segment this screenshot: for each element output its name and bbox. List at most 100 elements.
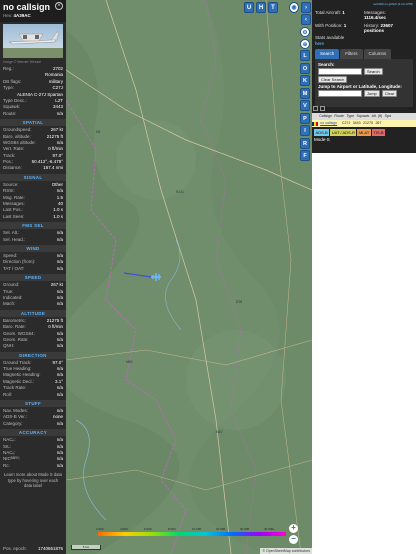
info-sections: SPATIAL Groundspeed: 267 kt Baro. altitude:… xyxy=(0,119,66,469)
globe-icon[interactable]: ◉ xyxy=(289,2,299,13)
table-cell: 21275 xyxy=(363,121,374,125)
search-button[interactable]: Search xyxy=(364,68,383,75)
field-label: Last Seen: xyxy=(3,213,25,219)
field-row: Category: n/a xyxy=(0,421,66,427)
right-panel-empty-area xyxy=(312,153,416,554)
legend-tick-label: 8 000 xyxy=(168,527,176,531)
legend-tick-label: 2 000 xyxy=(96,527,104,531)
map-button-t[interactable]: T xyxy=(268,2,278,13)
close-icon[interactable]: × xyxy=(55,2,63,10)
legend-tick-label: 10 000 xyxy=(192,527,202,531)
legend-tick-label: 20 000 xyxy=(216,527,226,531)
altitude-legend-bar xyxy=(98,532,286,536)
source-legend-item: MLAT xyxy=(357,129,371,136)
hex-value: 4A39AC xyxy=(13,13,31,18)
zoom-out-button[interactable]: − xyxy=(289,535,298,544)
map-button-u[interactable]: U xyxy=(244,2,254,13)
aircraft-marker-icon[interactable] xyxy=(150,272,162,282)
field-row: Distance: 167.4 nmi xyxy=(0,165,66,171)
jump-label: Jump to Airport or Latitude, Longitude: xyxy=(318,84,402,89)
table-header-cell[interactable]: Callsign xyxy=(318,113,333,120)
field-value: n/a xyxy=(56,391,63,397)
table-header-cell[interactable]: Route xyxy=(333,113,345,120)
map-button-h[interactable]: H xyxy=(256,2,266,13)
tool-button-f[interactable]: F xyxy=(300,150,310,161)
tool-button-p[interactable]: P xyxy=(300,112,310,124)
layers-icon[interactable]: ⊕ xyxy=(300,38,310,49)
source-legend-item: UAT / ADS-R xyxy=(330,129,357,136)
stats-panel: tar1090 on github (3.14.1705) Total Airc… xyxy=(312,0,416,153)
info-row: Route: n/a xyxy=(0,111,66,117)
field-value: n/a xyxy=(56,236,63,242)
column-toggle-checkbox[interactable] xyxy=(320,106,325,111)
zoom-in-button[interactable]: + xyxy=(289,524,298,533)
search-input[interactable] xyxy=(318,68,362,75)
tool-button-k[interactable]: K xyxy=(300,75,310,86)
tool-button-v[interactable]: V xyxy=(300,100,310,111)
column-toggle-row xyxy=(312,104,416,113)
jump-input[interactable] xyxy=(318,90,362,97)
legend-tick-label: 6 000 xyxy=(144,527,152,531)
clear-search-button[interactable]: Clear Search xyxy=(318,76,348,83)
total-label: Total Aircraft: xyxy=(315,10,342,15)
table-header-cell[interactable]: Spd xyxy=(383,113,392,120)
aircraft-photo-icon xyxy=(3,31,63,58)
field-label: Rc: xyxy=(3,462,10,468)
section-header: ACCURACY xyxy=(0,429,66,437)
stats-link[interactable]: here xyxy=(315,41,413,46)
field-label: Sel. Head.: xyxy=(3,236,26,242)
version-link[interactable]: tar1090 on github (3.14.1705) xyxy=(315,2,413,7)
field-row: Sel. Head.: n/a xyxy=(0,237,66,243)
legend-tick-label: 4 000 xyxy=(120,527,128,531)
table-header-cell[interactable]: Squawk xyxy=(355,113,370,120)
tab-search[interactable]: Search xyxy=(315,49,340,59)
tool-button-l[interactable]: L xyxy=(300,50,310,61)
info-label: Route: xyxy=(3,110,17,116)
section-header: WIND xyxy=(0,244,66,252)
field-row: QNH: n/a xyxy=(0,343,66,349)
table-row[interactable]: no callsign C27J 3443 21275 267 xyxy=(312,120,416,127)
stats-row-2: With Position: 1 History: 23607 position… xyxy=(315,23,413,33)
table-header-cell[interactable]: Type xyxy=(345,113,355,120)
tool-button-r[interactable]: R xyxy=(300,137,310,149)
jump-button[interactable]: Jump xyxy=(364,90,380,97)
hex-label: Hex: xyxy=(3,13,13,18)
clear-button[interactable]: Clear xyxy=(381,90,398,97)
osm-credit[interactable]: © OpenStreetMap contributors xyxy=(260,548,312,554)
tool-button-o[interactable]: O xyxy=(300,62,310,74)
expand-right-icon[interactable]: › xyxy=(301,2,311,13)
tool-button-i[interactable]: I xyxy=(300,125,310,136)
total-value: 1 xyxy=(342,10,345,15)
table-header-cell[interactable]: Alt. (ft) xyxy=(370,113,383,120)
aircraft-photo[interactable] xyxy=(3,24,63,58)
source-legend-item: ADS-B xyxy=(314,129,330,136)
tab-columns[interactable]: Columns xyxy=(363,49,392,59)
source-legend: ADS-B UAT / ADS-R MLAT TIS-B xyxy=(314,129,386,136)
field-value: n/a xyxy=(56,343,63,349)
field-label: Distance: xyxy=(3,165,22,171)
stats-row-1: Total Aircraft: 1 Messages: 1116.4/sec xyxy=(315,10,413,20)
field-label: Mach: xyxy=(3,301,16,307)
app: no callsign Hex: 4A39AC × Image © Werner… xyxy=(0,0,416,554)
flag-icon xyxy=(312,121,318,126)
section-header: SPEED xyxy=(0,274,66,282)
field-value: n/a xyxy=(56,265,63,271)
info-rows-2: Type Desc.: L2T Squawk: 3443 Route: n/a xyxy=(0,98,66,117)
withpos-label: With Position: xyxy=(315,23,343,28)
tab-filters[interactable]: Filters xyxy=(340,49,363,59)
right-panel: tar1090 on github (3.14.1705) Total Airc… xyxy=(312,0,416,554)
settings-gear-icon[interactable]: ⚙ xyxy=(300,27,310,37)
map[interactable]: N4 E411 N89 E25 N40 UHT + − 2 000 4 000 6 000 8… xyxy=(66,0,312,554)
column-toggle-checkbox[interactable] xyxy=(313,106,318,111)
tool-button-m[interactable]: M xyxy=(300,87,310,99)
source-legend-item: TIS-B xyxy=(371,129,386,136)
tab-bar: Search Filters Columns xyxy=(315,49,413,59)
field-label: Category: xyxy=(3,420,23,426)
field-value: n/a xyxy=(56,462,63,468)
table-cell: 267 xyxy=(375,121,382,125)
section-header: DIRECTION xyxy=(0,351,66,359)
hex-line: Hex: 4A39AC xyxy=(3,13,63,18)
section-header: SIGNAL xyxy=(0,173,66,181)
collapse-left-icon[interactable]: ‹ xyxy=(301,14,311,25)
field-row: Roll: n/a xyxy=(0,392,66,398)
